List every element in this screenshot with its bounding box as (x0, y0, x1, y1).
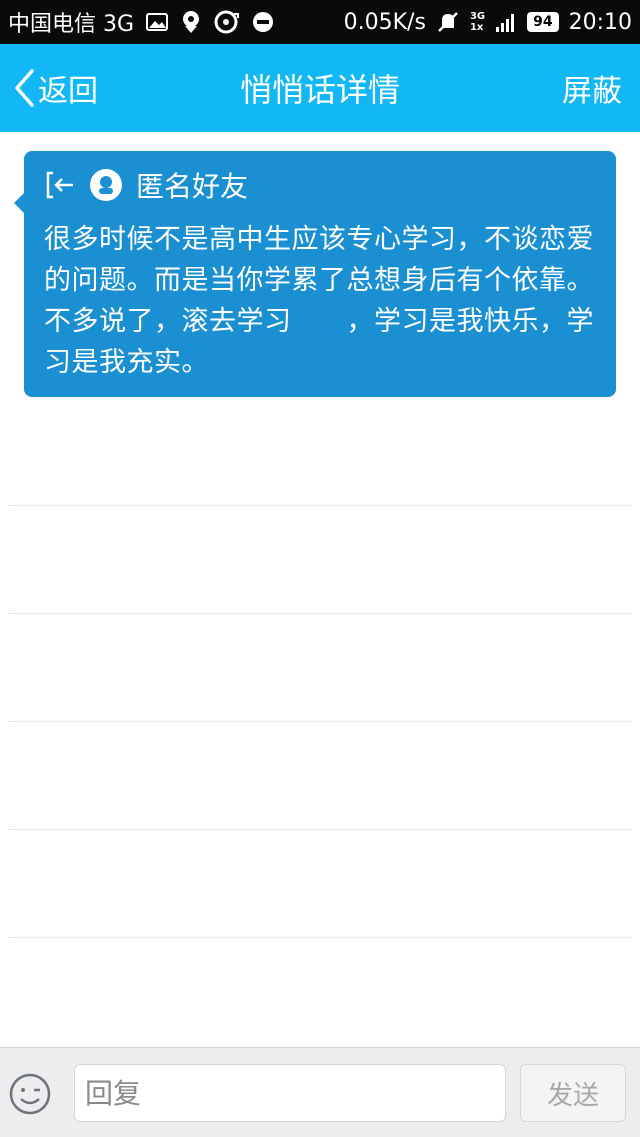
maps-pin-icon (180, 10, 202, 34)
divider (8, 505, 632, 506)
chevron-left-icon (15, 69, 34, 107)
smiley-icon (9, 1073, 51, 1115)
clock: 20:10 (568, 9, 632, 35)
message-text: 很多时候不是高中生应该专心学习，不谈恋爱的问题。而是当你学累了总想身后有个依靠。… (44, 224, 594, 378)
net-type-top: 3G (469, 11, 486, 22)
net-type-bottom: 1x (469, 22, 484, 33)
incoming-arrow-icon (44, 169, 76, 201)
status-bar: 中国电信 3G 0.05K/s 3G 1x 94 20:10 (0, 0, 640, 44)
message-card: 匿名好友 很多时候不是高中生应该专心学习，不谈恋爱的问题。而是当你学累了总想身后… (14, 151, 616, 397)
anonymous-avatar (90, 169, 122, 201)
music-disc-icon (214, 10, 240, 34)
image-icon (146, 12, 169, 32)
sender-name: 匿名好友 (136, 170, 249, 203)
carrier-text: 中国电信 3G (8, 12, 135, 37)
network-speed: 0.05K/s (343, 9, 426, 35)
divider (8, 829, 632, 830)
signal-indicator: 3G 1x (470, 11, 485, 33)
signal-bars-icon (495, 11, 517, 33)
send-button[interactable]: 发送 (520, 1064, 626, 1122)
emoji-button[interactable] (8, 1072, 52, 1116)
minus-circle-icon (252, 11, 274, 33)
mute-icon (436, 10, 460, 34)
battery-indicator: 94 (527, 12, 559, 32)
divider (8, 937, 632, 938)
divider (8, 613, 632, 614)
back-label: 返回 (38, 74, 98, 109)
title-bar: 返回 悄悄话详情 屏蔽 (0, 44, 640, 132)
reply-bar: 发送 (0, 1047, 640, 1137)
back-button[interactable]: 返回 (12, 44, 98, 132)
message-header: 匿名好友 (44, 165, 596, 205)
divider (8, 721, 632, 722)
block-button[interactable]: 屏蔽 (562, 44, 622, 132)
reply-input[interactable] (74, 1064, 506, 1122)
